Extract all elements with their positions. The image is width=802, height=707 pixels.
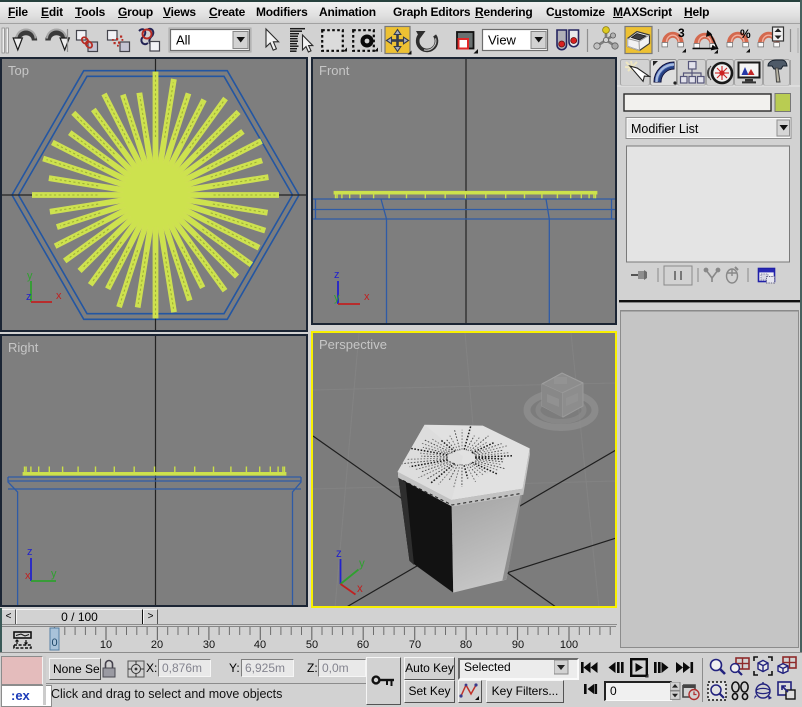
svg-text:z: z bbox=[334, 269, 340, 281]
svg-text:Front: Front bbox=[319, 63, 350, 78]
svg-text:y: y bbox=[334, 292, 340, 304]
svg-text:100: 100 bbox=[560, 639, 578, 651]
svg-text:80: 80 bbox=[460, 639, 472, 651]
svg-text:0: 0 bbox=[51, 637, 57, 649]
svg-text:y: y bbox=[27, 270, 33, 282]
svg-text:10: 10 bbox=[100, 639, 112, 651]
svg-text:Modifier List: Modifier List bbox=[631, 122, 699, 136]
svg-text:z: z bbox=[26, 291, 32, 303]
svg-text:z: z bbox=[27, 546, 33, 558]
svg-text:z: z bbox=[336, 548, 342, 560]
svg-text:All: All bbox=[176, 33, 191, 48]
svg-text:x: x bbox=[364, 291, 370, 303]
svg-text:Right: Right bbox=[8, 340, 39, 355]
svg-text:50: 50 bbox=[306, 639, 318, 651]
svg-text:%: % bbox=[740, 27, 751, 41]
svg-text:70: 70 bbox=[409, 639, 421, 651]
svg-text:60: 60 bbox=[357, 639, 369, 651]
svg-text:y: y bbox=[359, 558, 365, 570]
svg-text:x: x bbox=[357, 583, 363, 595]
svg-text:3: 3 bbox=[678, 26, 685, 40]
svg-text:20: 20 bbox=[151, 639, 163, 651]
svg-text:40: 40 bbox=[254, 639, 266, 651]
svg-text:View: View bbox=[488, 33, 517, 48]
svg-text:x: x bbox=[56, 290, 62, 302]
svg-text:30: 30 bbox=[203, 639, 215, 651]
svg-text:Top: Top bbox=[8, 63, 29, 78]
svg-text:x: x bbox=[25, 570, 31, 582]
svg-text:y: y bbox=[51, 568, 57, 580]
svg-text:Perspective: Perspective bbox=[319, 337, 387, 352]
svg-text:90: 90 bbox=[512, 639, 524, 651]
